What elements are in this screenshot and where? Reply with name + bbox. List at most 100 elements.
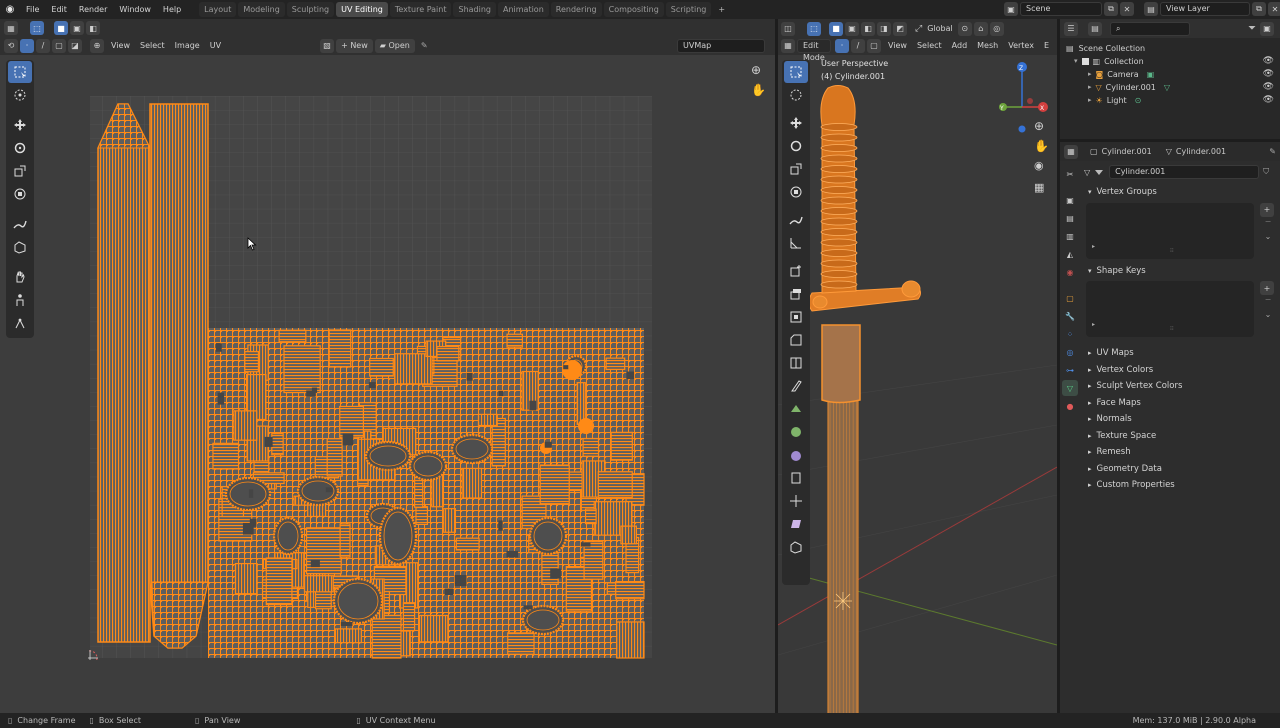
vp-add-cube-icon[interactable] [784, 260, 808, 282]
select-tool-icon[interactable]: ⬚ [30, 21, 44, 35]
vp-move-icon[interactable] [784, 112, 808, 134]
vp-loop-cut-icon[interactable] [784, 352, 808, 374]
viewport-ortho-icon[interactable]: ▦ [1034, 181, 1044, 194]
expand-icon[interactable]: ▾ [1074, 55, 1078, 68]
uv-sync-icon[interactable]: ⟲ [4, 38, 18, 53]
world-tab-icon[interactable]: ◉ [1062, 264, 1078, 280]
uv-menu-view[interactable]: View [106, 36, 135, 55]
outliner-row-cylinder[interactable]: ▸ ▽ Cylinder.001 ▽ 👁 [1066, 81, 1274, 94]
expand-icon[interactable]: ▸ [1088, 68, 1092, 81]
viewport-camera-icon[interactable]: ◉ [1034, 159, 1044, 172]
outliner-search[interactable]: ⌕ [1110, 21, 1190, 36]
new-image-button[interactable]: + New [336, 38, 373, 53]
pin-properties-icon[interactable]: ✎ [1269, 147, 1276, 156]
list-resize-icon[interactable]: ⁝⁝ [1170, 247, 1174, 254]
section-custom-properties[interactable]: ▸ Custom Properties [1082, 477, 1280, 494]
output-tab-icon[interactable]: ▤ [1062, 210, 1078, 226]
uv-face-select-icon[interactable]: ▢ [52, 38, 66, 53]
expand-list-icon[interactable]: ▸ [1092, 321, 1095, 328]
image-browse-icon[interactable]: ▧ [320, 38, 335, 53]
vp-rotate-icon[interactable] [784, 135, 808, 157]
uv-menu-image[interactable]: Image [170, 36, 205, 55]
scene-delete-icon[interactable]: ✕ [1120, 2, 1134, 16]
view-layer-delete-icon[interactable]: ✕ [1268, 2, 1280, 16]
select-mode-extend-icon[interactable]: ▣ [70, 21, 84, 35]
render-tab-icon[interactable]: ▣ [1062, 192, 1078, 208]
vertex-groups-list[interactable]: ▸ ⁝⁝ [1086, 202, 1254, 259]
viewport-mode-invert-icon[interactable]: ◨ [877, 21, 891, 36]
tab-modeling[interactable]: Modeling [238, 2, 285, 17]
uv-rip-icon[interactable] [8, 236, 32, 258]
outliner-type-icon[interactable]: ☰ [1064, 21, 1078, 36]
uv-vertex-select-icon[interactable]: · [20, 38, 34, 53]
uv-edge-select-icon[interactable]: / [36, 38, 50, 53]
view-layer-field[interactable]: View Layer [1160, 2, 1250, 16]
checkbox-icon[interactable] [1081, 58, 1089, 65]
vp-scale-icon[interactable] [784, 158, 808, 180]
outliner-display-icon[interactable]: ▤ [1088, 21, 1102, 36]
section-remesh[interactable]: ▸ Remesh [1082, 444, 1280, 461]
object-tab-icon[interactable]: ▢ [1062, 290, 1078, 306]
vp-edge-slide-icon[interactable] [784, 467, 808, 489]
tab-sculpting[interactable]: Sculpting [286, 2, 335, 17]
editor-type-icon[interactable]: ▦ [4, 21, 18, 35]
proportional-icon[interactable]: ◎ [989, 21, 1004, 36]
tab-uv-editing[interactable]: UV Editing [336, 2, 388, 17]
view-layer-copy-icon[interactable]: ⧉ [1252, 2, 1266, 16]
mesh-data-tab-icon[interactable]: ▽ [1062, 380, 1078, 396]
sticky-select-icon[interactable]: ⊕ [90, 38, 104, 53]
viewport-mode-extend-icon[interactable]: ▣ [845, 21, 859, 36]
physics-tab-icon[interactable]: ◎ [1062, 344, 1078, 360]
uv-zoom-icon[interactable]: ⊕ [751, 63, 761, 77]
viewport-menu-vertex[interactable]: Vertex [1003, 36, 1039, 55]
properties-type-icon[interactable]: ▦ [1064, 144, 1078, 159]
uv-rotate-icon[interactable] [8, 137, 32, 159]
viewport-editor-type-icon[interactable]: ◫ [781, 21, 795, 36]
mode-dropdown[interactable]: Edit Mode [797, 38, 831, 62]
section-geometry-data[interactable]: ▸ Geometry Data [1082, 461, 1280, 478]
shape-key-specials-icon[interactable]: ⌄ [1260, 310, 1276, 319]
viewport-zoom-icon[interactable]: ⊕ [1034, 119, 1044, 133]
outliner-row-collection[interactable]: ▾ ▥ Collection 👁 [1066, 55, 1274, 68]
vp-transform-icon[interactable] [784, 181, 808, 203]
viewport-menu-add[interactable]: Add [947, 36, 973, 55]
outliner-row-light[interactable]: ▸ ☀ Light ⊙ 👁 [1066, 94, 1274, 107]
camera-visibility-eye-icon[interactable]: 👁 [1263, 68, 1274, 81]
uv-pan-icon[interactable]: ✋ [751, 83, 766, 97]
vp-inset-icon[interactable] [784, 306, 808, 328]
menu-window[interactable]: Window [113, 0, 157, 19]
menu-render[interactable]: Render [73, 0, 113, 19]
vp-shrink-icon[interactable] [784, 490, 808, 512]
filter-icon[interactable]: ⏷ [1248, 23, 1256, 34]
scene-tab-icon[interactable]: ◭ [1062, 246, 1078, 262]
new-collection-icon[interactable]: ▣ [1260, 21, 1274, 36]
shape-keys-list[interactable]: ▸ ⁝⁝ [1086, 281, 1254, 337]
vp-rip-icon[interactable] [784, 536, 808, 558]
chevron-down-icon[interactable] [1095, 169, 1104, 175]
modifier-tab-icon[interactable]: 🔧 [1062, 308, 1078, 324]
vertex-groups-header[interactable]: ▾ Vertex Groups [1082, 184, 1280, 201]
uv-cursor-icon[interactable] [8, 84, 32, 106]
viewport-menu-mesh[interactable]: Mesh [972, 36, 1003, 55]
vp-shear-icon[interactable] [784, 513, 808, 535]
scene-icon[interactable]: ▣ [1004, 2, 1018, 16]
vp-poly-build-icon[interactable] [784, 398, 808, 420]
viewport-pan-icon[interactable]: ✋ [1034, 139, 1049, 153]
uv-select-box-icon[interactable] [8, 61, 32, 83]
viewport-mode-new-icon[interactable]: ■ [829, 21, 843, 36]
add-shape-key-icon[interactable]: + [1260, 281, 1274, 295]
uv-island-select-icon[interactable]: ◪ [68, 38, 82, 53]
pivot-icon[interactable]: ⊙ [957, 21, 972, 36]
viewport-mode-intersect-icon[interactable]: ◩ [893, 21, 907, 36]
view-layer-tab-icon[interactable]: ▥ [1062, 228, 1078, 244]
viewport-menu-view[interactable]: View [883, 36, 912, 55]
uv-relax-icon[interactable] [8, 289, 32, 311]
section-vertex-colors[interactable]: ▸ Vertex Colors [1082, 362, 1280, 379]
list-resize-icon[interactable]: ⁝⁝ [1170, 325, 1174, 332]
menu-file[interactable]: File [20, 0, 45, 19]
tab-rendering[interactable]: Rendering [550, 2, 602, 17]
menu-edit[interactable]: Edit [45, 0, 73, 19]
expand-list-icon[interactable]: ▸ [1092, 243, 1095, 250]
select-mode-new-icon[interactable]: ■ [54, 21, 68, 35]
expand-icon[interactable]: ▸ [1088, 81, 1092, 94]
